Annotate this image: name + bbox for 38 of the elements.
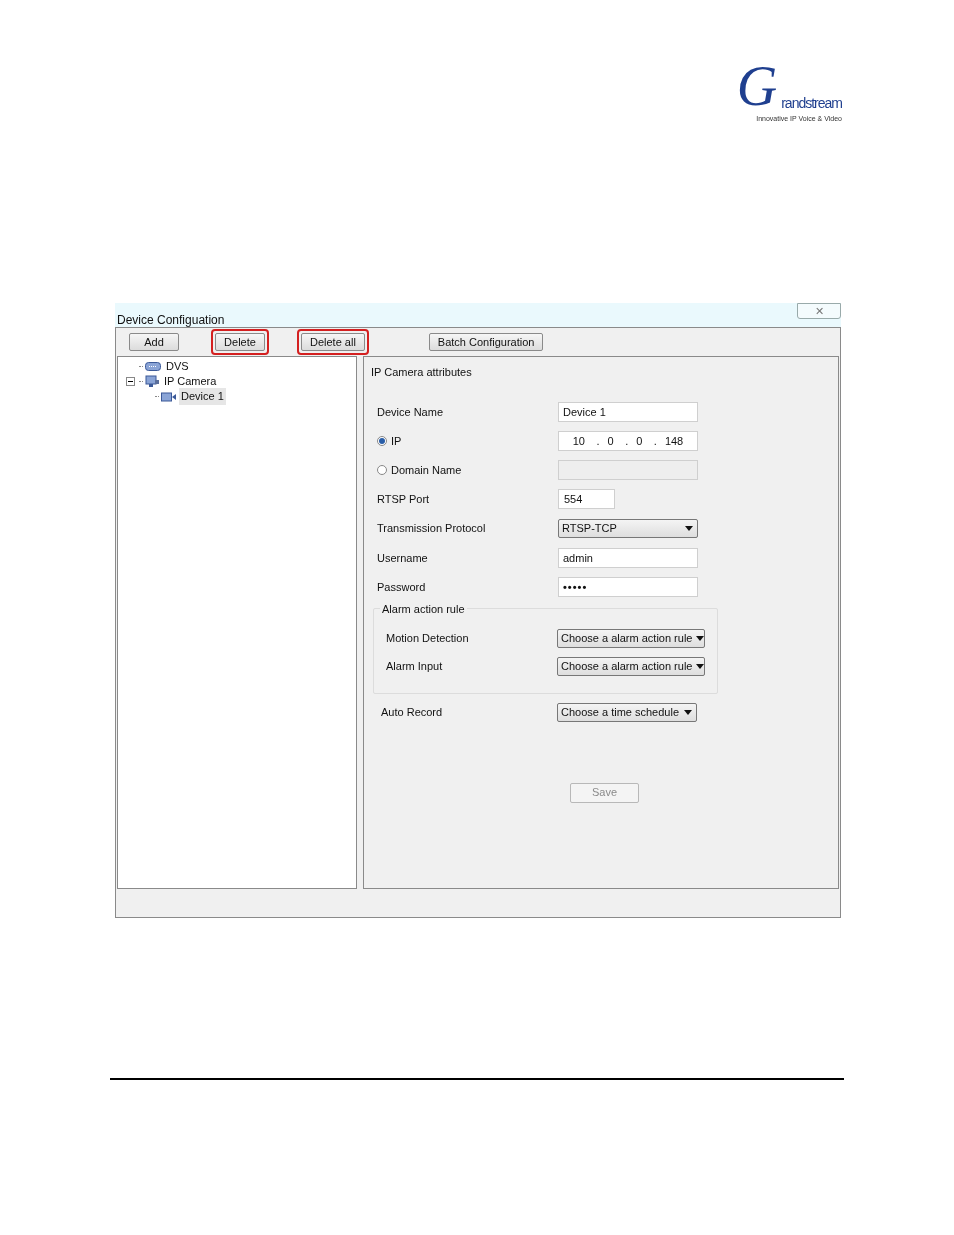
field-label: RTSP Port — [377, 491, 430, 507]
field-label: Username — [377, 550, 428, 566]
panel-title: IP Camera attributes — [371, 366, 472, 378]
dropdown[interactable]: RTSP-TCP — [558, 519, 698, 538]
close-button[interactable]: ✕ — [797, 303, 841, 319]
dropdown[interactable]: Choose a alarm action rule — [557, 629, 705, 648]
ip-address-field[interactable]: 10 . 0 . 0 . 148 — [558, 431, 698, 451]
tree-item[interactable]: Device 1 — [179, 388, 226, 405]
camera-icon — [161, 391, 176, 402]
device-icon — [145, 362, 161, 371]
dropdown[interactable]: Choose a time schedule — [557, 703, 697, 722]
radio-button[interactable] — [377, 436, 387, 446]
toolbar-button[interactable]: Batch Configuration — [428, 333, 544, 351]
window-title: Device Configuation — [117, 312, 225, 329]
toolbar-button[interactable]: Delete all — [301, 333, 365, 351]
caret-icon — [696, 636, 705, 641]
field-label: Device Name — [377, 404, 444, 420]
toolbar-button[interactable]: Delete — [215, 333, 265, 351]
input-field[interactable]: Device 1 — [558, 402, 698, 422]
field-label: Auto Record — [381, 705, 443, 721]
password-field[interactable]: ••••• — [558, 577, 698, 597]
field-label: Domain Name — [391, 462, 462, 478]
input-field[interactable]: admin — [558, 548, 698, 568]
field-label: Transmission Protocol — [377, 521, 486, 537]
input-field[interactable]: 554 — [558, 489, 615, 509]
tree-item[interactable]: DVS — [164, 358, 191, 375]
toolbar-button[interactable]: Add — [129, 333, 179, 351]
monitor-icon — [145, 375, 159, 388]
caret-icon — [684, 710, 692, 715]
field-label: IP — [391, 433, 402, 449]
field-label: Password — [377, 579, 426, 595]
collapse-toggle[interactable] — [126, 377, 135, 386]
field-label: Motion Detection — [386, 631, 469, 647]
caret-icon — [685, 526, 693, 531]
field-label: Alarm Input — [386, 659, 443, 675]
caret-icon — [696, 664, 705, 669]
dropdown[interactable]: Choose a alarm action rule — [557, 657, 705, 676]
tree-item[interactable]: IP Camera — [162, 373, 219, 390]
